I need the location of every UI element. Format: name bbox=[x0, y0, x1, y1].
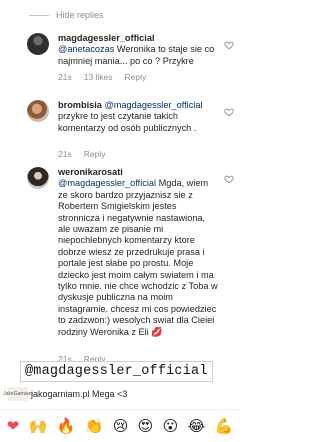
comment-mention[interactable]: @magdagessler_official bbox=[104, 100, 202, 110]
bottom-comment-body: Mega <3 bbox=[92, 389, 128, 399]
bottom-comment: JakoGarniam jakogarniam.pl Mega <3 bbox=[0, 383, 240, 405]
heart-icon[interactable] bbox=[224, 40, 234, 50]
comment-meta: 21s Reply bbox=[58, 149, 105, 159]
logo-text: JakoGarniam bbox=[3, 391, 33, 397]
emoji-raised-hands-icon[interactable]: 🙌 bbox=[29, 418, 48, 434]
bottom-comment-username[interactable]: jakogarniam.pl bbox=[31, 389, 90, 399]
comment-meta: 21s 13 likes Reply bbox=[58, 72, 146, 82]
emoji-laughing-icon[interactable]: 😂 bbox=[188, 418, 206, 434]
emoji-fire-icon[interactable]: 🔥 bbox=[57, 418, 76, 434]
comment-body: magdagessler_official @anetacozas Weroni… bbox=[58, 33, 220, 67]
comment-item: magdagessler_official @anetacozas Weroni… bbox=[0, 30, 240, 90]
hide-replies-button[interactable]: Hide replies bbox=[29, 10, 104, 20]
comment-text: Mgda, wiem ze skoro bardzo przyjaznisz s… bbox=[58, 178, 218, 337]
reply-button[interactable]: Reply bbox=[84, 149, 106, 159]
comment-body: brombisia @magdagessler_official przykre… bbox=[58, 100, 220, 134]
emoji-quick-bar: ❤ 🙌 🔥 👏 😢 😍 😮 😂 💪 bbox=[0, 409, 240, 442]
comment-body: weronikarosati @magdagessler_official Mg… bbox=[58, 167, 218, 338]
brand-logo: JakoGarniam bbox=[3, 387, 33, 401]
reply-button[interactable]: Reply bbox=[125, 72, 147, 82]
comment-item: brombisia @magdagessler_official przykre… bbox=[0, 97, 240, 167]
comment-mention[interactable]: @magdagessler_official bbox=[58, 178, 156, 188]
emoji-surprised-icon[interactable]: 😮 bbox=[163, 418, 179, 434]
heart-icon[interactable] bbox=[224, 174, 234, 184]
emoji-crying-icon[interactable]: 😢 bbox=[113, 418, 129, 434]
heart-icon[interactable] bbox=[224, 107, 234, 117]
avatar[interactable] bbox=[27, 167, 49, 189]
emoji-heart-eyes-icon[interactable]: 😍 bbox=[138, 418, 154, 434]
avatar[interactable] bbox=[27, 33, 49, 55]
comment-likes[interactable]: 13 likes bbox=[84, 72, 113, 82]
comment-time: 21s bbox=[58, 149, 72, 159]
comment-mention[interactable]: @anetacozas bbox=[58, 44, 114, 54]
bottom-comment-text: jakogarniam.pl Mega <3 bbox=[31, 389, 127, 399]
divider-line bbox=[29, 14, 49, 16]
comment-username[interactable]: weronikarosati bbox=[58, 167, 123, 177]
hide-replies-label: Hide replies bbox=[56, 10, 104, 20]
comment-item: weronikarosati @magdagessler_official Mg… bbox=[0, 164, 240, 364]
comment-username[interactable]: brombisia bbox=[58, 100, 102, 110]
emoji-flexed-biceps-icon[interactable]: 💪 bbox=[215, 418, 234, 434]
comment-text: przykre to jest czytanie takich komentar… bbox=[58, 111, 197, 133]
emoji-clap-icon[interactable]: 👏 bbox=[85, 418, 104, 434]
emoji-heart-icon[interactable]: ❤ bbox=[7, 418, 20, 434]
comment-username[interactable]: magdagessler_official bbox=[58, 33, 155, 43]
avatar[interactable] bbox=[27, 100, 49, 122]
comment-time: 21s bbox=[58, 72, 72, 82]
overlay-handle-label: @magdagessler_official bbox=[20, 361, 213, 382]
